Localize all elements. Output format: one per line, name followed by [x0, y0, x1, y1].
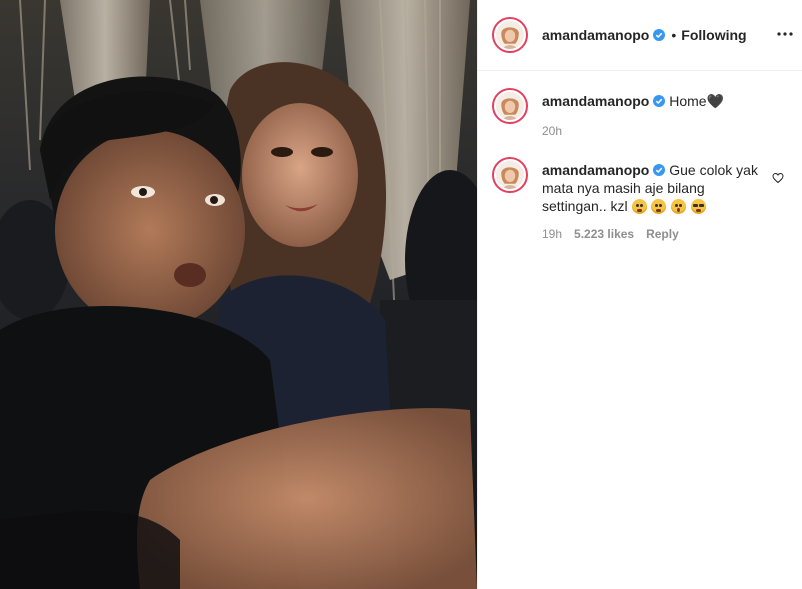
astonished-face-emoji — [671, 199, 687, 214]
verified-badge-icon — [653, 164, 666, 176]
following-button[interactable]: Following — [681, 27, 746, 43]
comment-avatar[interactable] — [492, 157, 528, 193]
caption-time[interactable]: 20h — [542, 122, 562, 140]
verified-badge-icon — [653, 95, 666, 107]
caption-text: Home — [669, 93, 707, 109]
comment-body: amandamanopo Gue colok yak mata nya masi… — [542, 157, 766, 243]
header-separator: • — [671, 27, 677, 43]
comment-meta: 19h 5.223 likes Reply — [542, 225, 766, 243]
reply-button[interactable]: Reply — [646, 225, 679, 243]
more-options-icon[interactable] — [776, 24, 794, 44]
avatar-photo — [496, 21, 524, 49]
caption-username[interactable]: amandamanopo — [542, 93, 649, 109]
caption-meta: 20h — [542, 122, 766, 140]
caption-avatar[interactable] — [492, 88, 528, 124]
author-avatar[interactable] — [492, 17, 528, 53]
black-heart-emoji: 🖤 — [706, 93, 725, 109]
heart-icon[interactable] — [772, 172, 784, 184]
weary-face-emoji — [651, 199, 667, 214]
comment-username[interactable]: amandamanopo — [542, 162, 649, 178]
avatar-photo — [496, 92, 524, 120]
post-media[interactable] — [0, 0, 477, 589]
comment-emojis — [631, 198, 708, 214]
weary-face-emoji — [631, 199, 647, 214]
comment-likes[interactable]: 5.223 likes — [574, 225, 634, 243]
post-photo — [0, 0, 477, 589]
comment-item: amandamanopo Gue colok yak mata nya masi… — [478, 157, 802, 243]
post-sidebar: amandamanopo • Following amandamanopo Ho… — [477, 0, 802, 589]
comment-time[interactable]: 19h — [542, 225, 562, 243]
verified-badge-icon — [653, 29, 666, 41]
caption-body: amandamanopo Home🖤 20h — [542, 88, 766, 140]
post-header: amandamanopo • Following — [478, 0, 802, 71]
author-username[interactable]: amandamanopo — [542, 27, 649, 43]
caption: amandamanopo Home🖤 20h — [478, 88, 802, 140]
avatar-photo — [496, 161, 524, 189]
sunglasses-face-emoji — [691, 199, 707, 214]
